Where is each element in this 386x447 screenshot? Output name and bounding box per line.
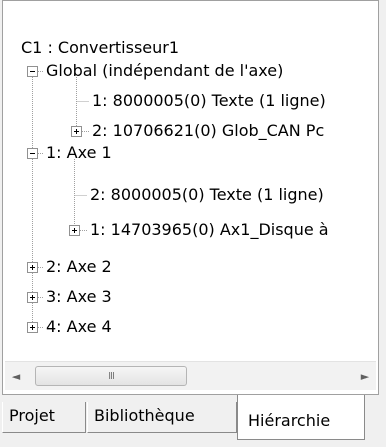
tree-node-axe1-item-1[interactable]: 2: 8000005(0) Texte (1 ligne): [90, 184, 324, 206]
tree-node-global[interactable]: Global (indépendant de l'axe): [46, 60, 283, 82]
tab-projet[interactable]: Projet: [2, 402, 86, 433]
tree-view[interactable]: C1 : Convertisseur1 Global (indépendant …: [3, 1, 378, 357]
scroll-left-button[interactable]: ◄: [5, 362, 27, 390]
tree-node-axe2[interactable]: 2: Axe 2: [46, 256, 112, 278]
tab-bar: Projet Bibliothèque Hiérarchie: [0, 395, 386, 440]
expand-toggle-global-item-2[interactable]: [71, 126, 82, 137]
tree-node-global-item-1[interactable]: 1: 8000005(0) Texte (1 ligne): [92, 90, 326, 112]
expand-toggle-axe3[interactable]: [27, 292, 38, 303]
expand-toggle-axe2[interactable]: [27, 262, 38, 273]
tab-bibliotheque[interactable]: Bibliothèque: [87, 402, 237, 433]
collapse-toggle-axe1[interactable]: [27, 148, 38, 159]
tree-node-axe1-item-2[interactable]: 1: 14703965(0) Ax1_Disque à: [90, 219, 329, 241]
collapse-toggle-global[interactable]: [27, 66, 38, 77]
horizontal-scrollbar[interactable]: ◄ III ►: [5, 361, 376, 390]
tree-node-axe1[interactable]: 1: Axe 1: [46, 142, 112, 164]
hierarchy-panel: C1 : Convertisseur1 Global (indépendant …: [2, 0, 379, 395]
arrow-left-icon: ◄: [11, 369, 21, 383]
scroll-right-button[interactable]: ►: [354, 362, 376, 390]
tree-node-root[interactable]: C1 : Convertisseur1: [21, 37, 179, 59]
scrollbar-grip: III: [108, 370, 115, 382]
scrollbar-thumb[interactable]: III: [35, 366, 187, 386]
expand-toggle-axe4[interactable]: [27, 322, 38, 333]
expand-toggle-axe1-item-2[interactable]: [69, 225, 80, 236]
tree-node-axe4[interactable]: 4: Axe 4: [46, 316, 112, 338]
tree-node-global-item-2[interactable]: 2: 10706621(0) Glob_CAN Pc: [92, 120, 324, 142]
tree-node-axe3[interactable]: 3: Axe 3: [46, 286, 112, 308]
tab-hierarchie[interactable]: Hiérarchie: [237, 395, 365, 440]
arrow-right-icon: ►: [360, 369, 370, 383]
